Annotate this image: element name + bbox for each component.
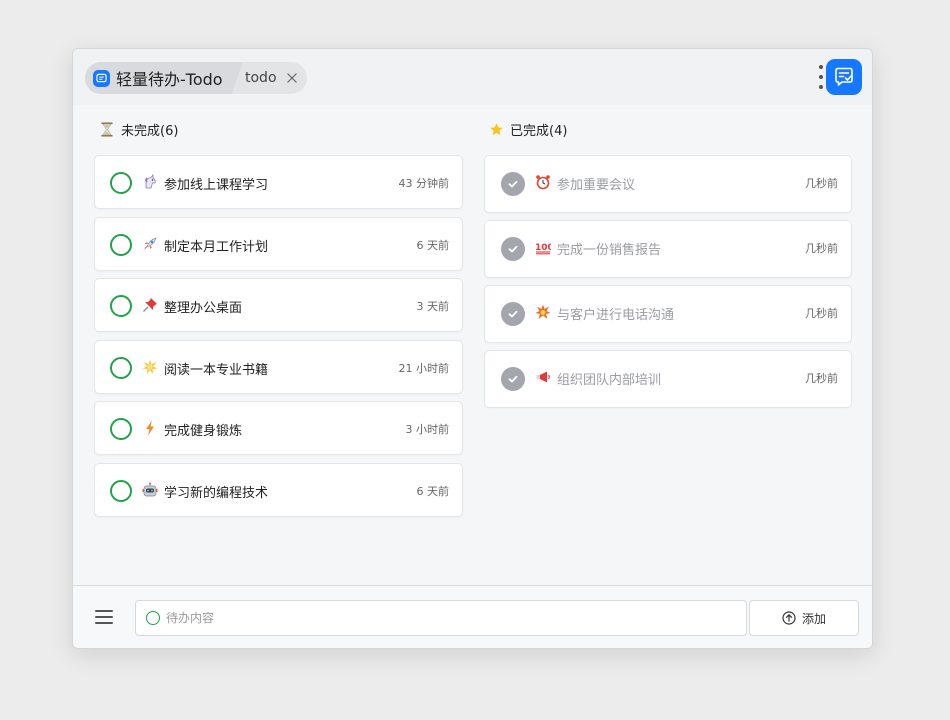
tab-strip: 轻量待办-Todo todo [85, 62, 307, 94]
complete-toggle[interactable] [110, 234, 132, 256]
todo-text: 完成健身锻炼 [164, 424, 243, 439]
app-logo-icon [93, 69, 110, 87]
pushpin-icon [142, 297, 158, 313]
app-title: 轻量待办-Todo [116, 70, 223, 89]
close-icon[interactable] [285, 71, 299, 85]
todo-text: 学习新的编程技术 [164, 486, 269, 501]
todo-item-completed[interactable]: 组织团队内部培训 几秒前 [484, 350, 852, 408]
add-button[interactable]: 添加 [749, 600, 859, 636]
todo-item-pending[interactable]: 学习新的编程技术 6 天前 [94, 463, 463, 517]
completed-header: 已完成(4) [488, 119, 567, 139]
arrow-up-circle-icon [782, 611, 796, 625]
todo-item-pending[interactable]: 完成健身锻炼 3 小时前 [94, 401, 463, 455]
alarm-clock-icon [535, 174, 551, 190]
checkmark-icon[interactable] [501, 237, 525, 261]
todo-item-completed[interactable]: 参加重要会议 几秒前 [484, 155, 852, 213]
todo-input-box[interactable] [135, 600, 747, 636]
todo-item-pending[interactable]: 整理办公桌面 3 天前 [94, 278, 463, 332]
composer-bar: 添加 [73, 585, 872, 648]
complete-toggle[interactable] [110, 172, 132, 194]
circle-icon [146, 611, 160, 625]
todo-time: 6 天前 [416, 485, 450, 498]
todo-text: 阅读一本专业书籍 [164, 363, 269, 378]
todo-time: 几秒前 [805, 177, 838, 190]
app-window: 轻量待办-Todo todo 未完成(6) 已完成(4) 参加线上课程学习 43… [72, 48, 873, 649]
complete-toggle[interactable] [110, 480, 132, 502]
todo-time: 3 小时前 [405, 423, 450, 436]
rocket-icon [142, 236, 158, 252]
complete-toggle[interactable] [110, 418, 132, 440]
unicorn-icon [142, 174, 158, 190]
todo-item-pending[interactable]: 阅读一本专业书籍 21 小时前 [94, 340, 463, 394]
hamburger-menu-icon[interactable] [95, 610, 113, 624]
add-button-label: 添加 [801, 611, 826, 626]
todo-text: 与客户进行电话沟通 [557, 308, 675, 323]
hourglass-icon [99, 121, 115, 137]
todo-list-check-icon[interactable] [826, 59, 862, 95]
checkmark-icon[interactable] [501, 302, 525, 326]
todo-text: 参加重要会议 [557, 178, 636, 193]
kebab-menu-icon[interactable] [818, 65, 824, 89]
lightning-icon [142, 420, 158, 436]
glowing-star-icon [142, 359, 158, 375]
title-bar: 轻量待办-Todo todo [73, 49, 872, 105]
tab-todo-label: todo [245, 70, 277, 86]
pending-header-label: 未完成(6) [121, 123, 179, 139]
todo-time: 几秒前 [805, 372, 838, 385]
todo-text: 完成一份销售报告 [557, 243, 662, 258]
checkmark-icon[interactable] [501, 367, 525, 391]
todo-text: 参加线上课程学习 [164, 178, 269, 193]
tab-app[interactable]: 轻量待办-Todo [85, 62, 243, 94]
hundred-points-icon: 100 [535, 239, 551, 255]
todo-time: 几秒前 [805, 307, 838, 320]
todo-item-completed[interactable]: 与客户进行电话沟通 几秒前 [484, 285, 852, 343]
tab-todo[interactable]: todo [245, 62, 299, 94]
checkmark-icon[interactable] [501, 172, 525, 196]
loudspeaker-icon [535, 369, 551, 385]
todo-time: 几秒前 [805, 242, 838, 255]
complete-toggle[interactable] [110, 295, 132, 317]
complete-toggle[interactable] [110, 357, 132, 379]
pending-header: 未完成(6) [99, 119, 178, 139]
robot-icon [142, 482, 158, 498]
completed-header-label: 已完成(4) [510, 123, 568, 139]
todo-item-completed[interactable]: 100 完成一份销售报告 几秒前 [484, 220, 852, 278]
collision-icon [535, 304, 551, 320]
todo-text: 整理办公桌面 [164, 301, 243, 316]
todo-time: 43 分钟前 [398, 177, 450, 190]
todo-text: 制定本月工作计划 [164, 240, 269, 255]
todo-time: 6 天前 [416, 239, 450, 252]
star-icon [488, 121, 504, 137]
todo-input[interactable] [166, 611, 726, 625]
todo-item-pending[interactable]: 参加线上课程学习 43 分钟前 [94, 155, 463, 209]
todo-text: 组织团队内部培训 [557, 373, 662, 388]
todo-time: 21 小时前 [398, 362, 450, 375]
todo-item-pending[interactable]: 制定本月工作计划 6 天前 [94, 217, 463, 271]
todo-time: 3 天前 [416, 300, 450, 313]
